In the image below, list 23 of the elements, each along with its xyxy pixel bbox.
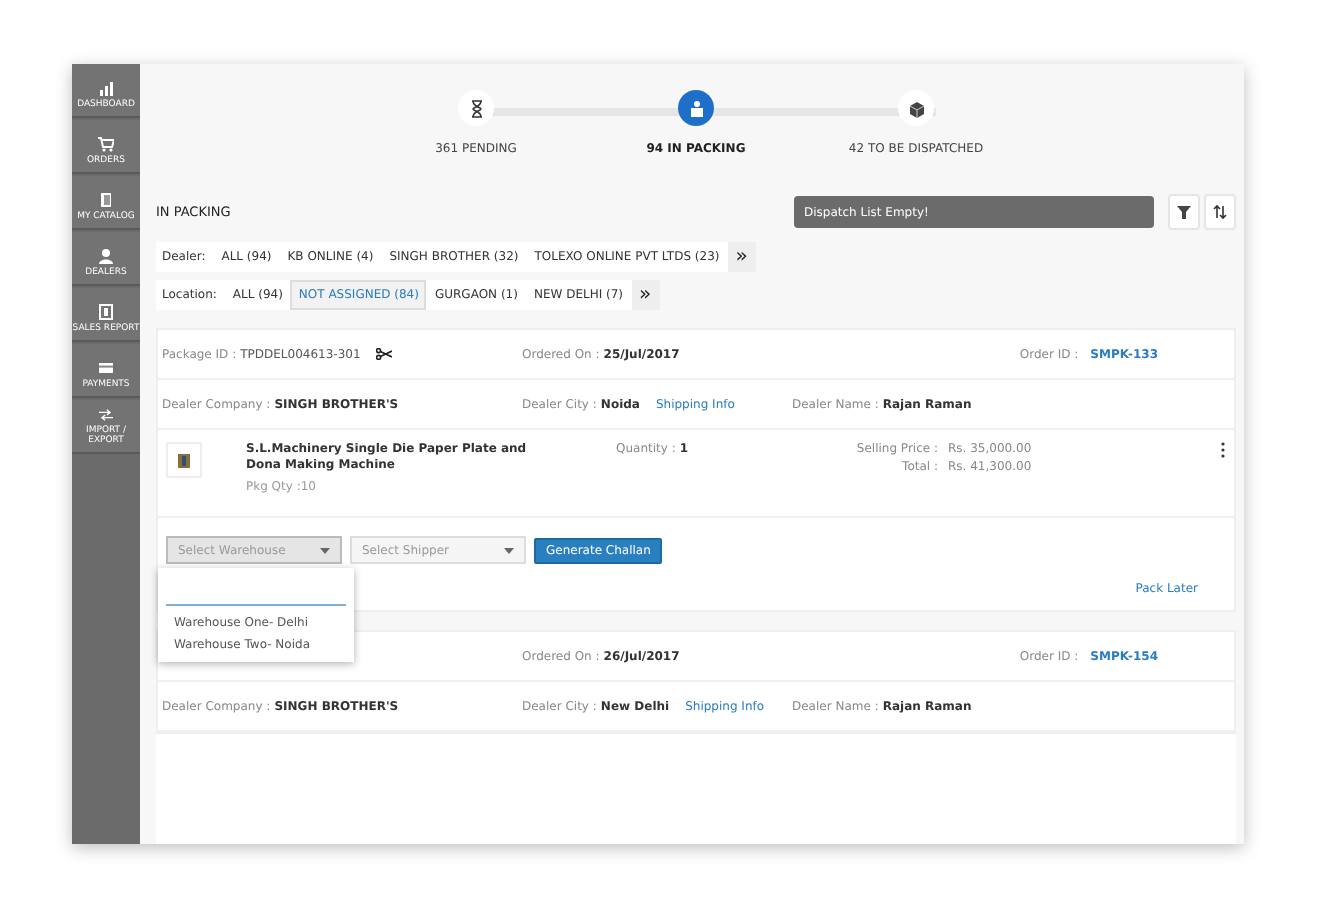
more-vertical-icon: [1220, 442, 1226, 458]
box-person-icon: [687, 99, 705, 117]
step-circle[interactable]: [458, 90, 494, 126]
more-button[interactable]: »: [727, 242, 756, 272]
hourglass-icon: [467, 99, 485, 117]
filter-icon: [1176, 204, 1192, 220]
cart-icon: [98, 136, 114, 152]
bar-chart-icon: [98, 80, 114, 96]
box-icon: [907, 99, 925, 117]
machine-icon: [176, 451, 192, 469]
filter-button[interactable]: [1168, 194, 1200, 230]
book-icon: [98, 192, 114, 208]
arrows-icon: [98, 408, 114, 422]
sort-button[interactable]: [1204, 194, 1236, 230]
caret-icon: [504, 547, 514, 553]
caret-icon: [320, 547, 330, 553]
report-icon: [98, 304, 114, 320]
sort-icon: [1212, 204, 1228, 220]
more-button[interactable]: »: [631, 280, 660, 310]
person-icon: [98, 248, 114, 264]
card-icon: [98, 360, 114, 376]
scissors-icon: [376, 348, 393, 360]
step-circle[interactable]: [898, 90, 934, 126]
